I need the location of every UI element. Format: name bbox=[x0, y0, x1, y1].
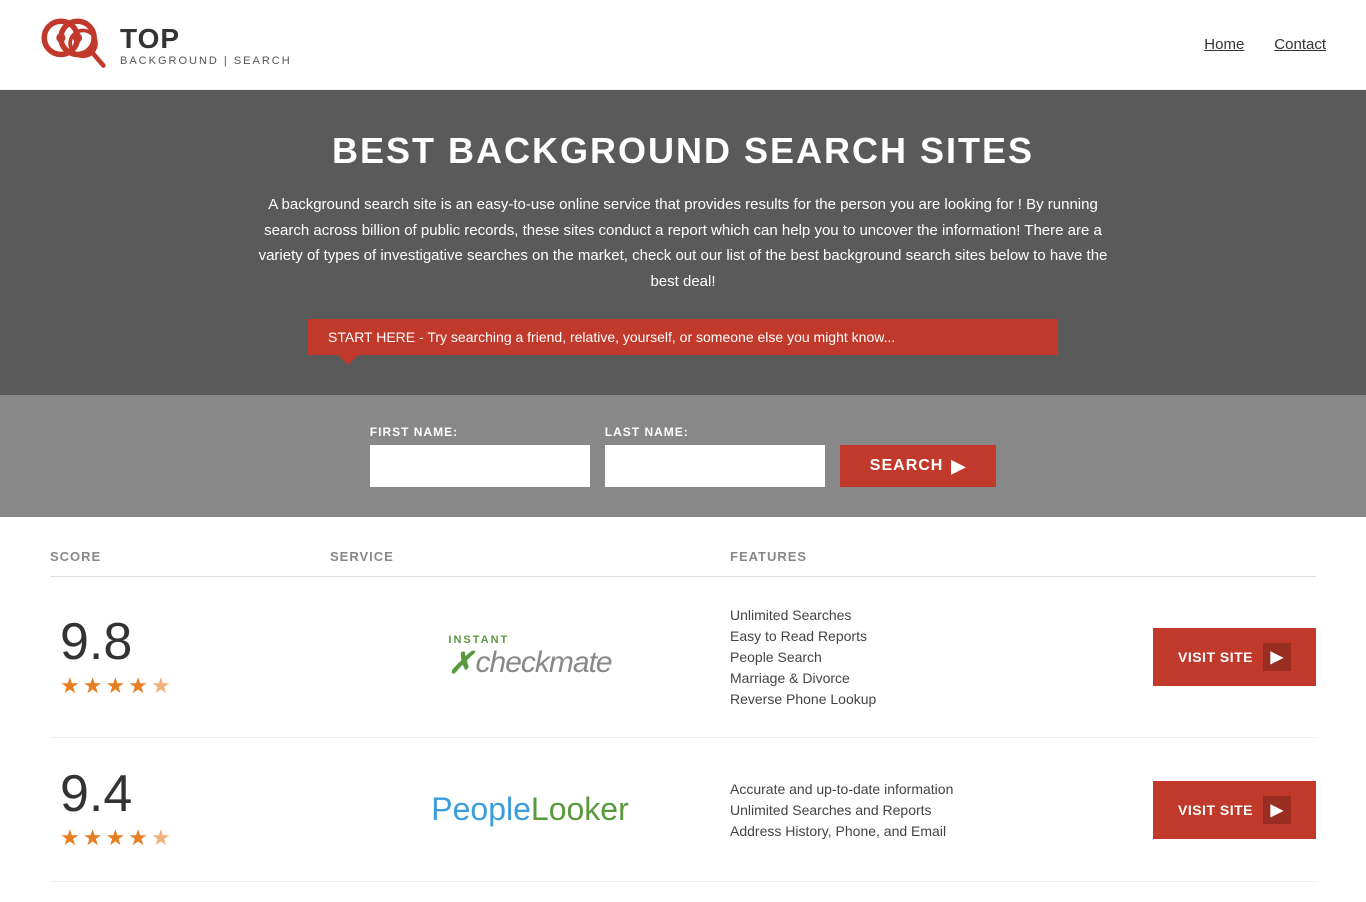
star-2-4: ★ bbox=[128, 825, 148, 851]
features-visit-cell-2: Accurate and up-to-date information Unli… bbox=[730, 781, 1316, 839]
checkmate-x-icon: ✗ bbox=[448, 646, 473, 681]
features-header: FEATURES bbox=[730, 549, 1316, 564]
page-title: BEST BACKGROUND SEARCH SITES bbox=[20, 130, 1346, 172]
feature-2-1: Accurate and up-to-date information bbox=[730, 781, 953, 797]
site-header: TOP BACKGROUND | SEARCH Home Contact bbox=[0, 0, 1366, 90]
first-name-input[interactable] bbox=[370, 445, 590, 487]
last-name-input[interactable] bbox=[605, 445, 825, 487]
search-callout: START HERE - Try searching a friend, rel… bbox=[308, 319, 1058, 355]
logo: TOP BACKGROUND | SEARCH bbox=[40, 12, 292, 77]
logo-icon bbox=[40, 12, 115, 77]
star-2-1: ★ bbox=[60, 825, 80, 851]
main-nav: Home Contact bbox=[1204, 36, 1326, 53]
table-row: 9.8 ★ ★ ★ ★ ★ INSTANT ✗ checkmate bbox=[50, 577, 1316, 738]
results-table: SCORE SERVICE FEATURES 9.8 ★ ★ ★ ★ ★ INS… bbox=[0, 517, 1366, 902]
peoplelooker-logo: People Looker bbox=[431, 791, 628, 828]
checkmate-text: checkmate bbox=[476, 646, 612, 680]
nav-contact[interactable]: Contact bbox=[1274, 36, 1326, 53]
search-button-arrow-icon: ▶ bbox=[951, 456, 966, 477]
checkmate-instant-label: INSTANT bbox=[448, 634, 509, 646]
star-5-half: ★ bbox=[151, 673, 171, 699]
star-2-3: ★ bbox=[105, 825, 125, 851]
logo-sub-text: BACKGROUND | SEARCH bbox=[120, 55, 292, 67]
table-row: 9.4 ★ ★ ★ ★ ★ People Looker Accurate and… bbox=[50, 738, 1316, 882]
feature-1-5: Reverse Phone Lookup bbox=[730, 691, 876, 707]
feature-1-1: Unlimited Searches bbox=[730, 607, 876, 623]
peoplelooker-name: People Looker bbox=[431, 791, 628, 828]
score-value-1: 9.8 bbox=[60, 616, 132, 668]
visit-site-button-2[interactable]: VISIT SITE ▶ bbox=[1153, 781, 1316, 839]
star-4: ★ bbox=[128, 673, 148, 699]
looker-text: Looker bbox=[531, 791, 629, 828]
features-cell-1: Unlimited Searches Easy to Read Reports … bbox=[730, 607, 876, 707]
checkmate-name: ✗ checkmate bbox=[448, 646, 611, 681]
hero-section: BEST BACKGROUND SEARCH SITES A backgroun… bbox=[0, 90, 1366, 395]
search-form: FIRST NAME: LAST NAME: SEARCH ▶ bbox=[20, 425, 1346, 487]
first-name-group: FIRST NAME: bbox=[370, 425, 590, 487]
feature-1-2: Easy to Read Reports bbox=[730, 628, 876, 644]
service-header: SERVICE bbox=[330, 549, 730, 564]
feature-2-2: Unlimited Searches and Reports bbox=[730, 802, 953, 818]
star-2: ★ bbox=[83, 673, 103, 699]
stars-1: ★ ★ ★ ★ ★ bbox=[60, 673, 171, 699]
stars-2: ★ ★ ★ ★ ★ bbox=[60, 825, 171, 851]
score-cell-2: 9.4 ★ ★ ★ ★ ★ bbox=[50, 768, 330, 851]
people-text: People bbox=[431, 791, 531, 828]
first-name-label: FIRST NAME: bbox=[370, 425, 590, 439]
star-2-2: ★ bbox=[83, 825, 103, 851]
visit-arrow-icon-1: ▶ bbox=[1263, 643, 1291, 671]
nav-home[interactable]: Home bbox=[1204, 36, 1244, 53]
feature-1-3: People Search bbox=[730, 649, 876, 665]
features-visit-cell-1: Unlimited Searches Easy to Read Reports … bbox=[730, 607, 1316, 707]
last-name-label: LAST NAME: bbox=[605, 425, 825, 439]
score-header: SCORE bbox=[50, 549, 330, 564]
service-cell-1: INSTANT ✗ checkmate bbox=[330, 634, 730, 681]
star-3: ★ bbox=[105, 673, 125, 699]
star-1: ★ bbox=[60, 673, 80, 699]
search-button[interactable]: SEARCH ▶ bbox=[840, 445, 996, 487]
search-form-container: FIRST NAME: LAST NAME: SEARCH ▶ bbox=[0, 395, 1366, 517]
visit-site-button-1[interactable]: VISIT SITE ▶ bbox=[1153, 628, 1316, 686]
table-header: SCORE SERVICE FEATURES bbox=[50, 537, 1316, 577]
service-cell-2: People Looker bbox=[330, 791, 730, 828]
checkmate-logo: INSTANT ✗ checkmate bbox=[448, 634, 611, 681]
logo-top-text: TOP bbox=[120, 23, 292, 55]
features-cell-2: Accurate and up-to-date information Unli… bbox=[730, 781, 953, 839]
feature-2-3: Address History, Phone, and Email bbox=[730, 823, 953, 839]
last-name-group: LAST NAME: bbox=[605, 425, 825, 487]
hero-description: A background search site is an easy-to-u… bbox=[253, 192, 1113, 294]
star-2-5-half: ★ bbox=[151, 825, 171, 851]
feature-1-4: Marriage & Divorce bbox=[730, 670, 876, 686]
score-value-2: 9.4 bbox=[60, 768, 132, 820]
logo-text: TOP BACKGROUND | SEARCH bbox=[120, 23, 292, 67]
score-cell-1: 9.8 ★ ★ ★ ★ ★ bbox=[50, 616, 330, 699]
visit-arrow-icon-2: ▶ bbox=[1263, 796, 1291, 824]
